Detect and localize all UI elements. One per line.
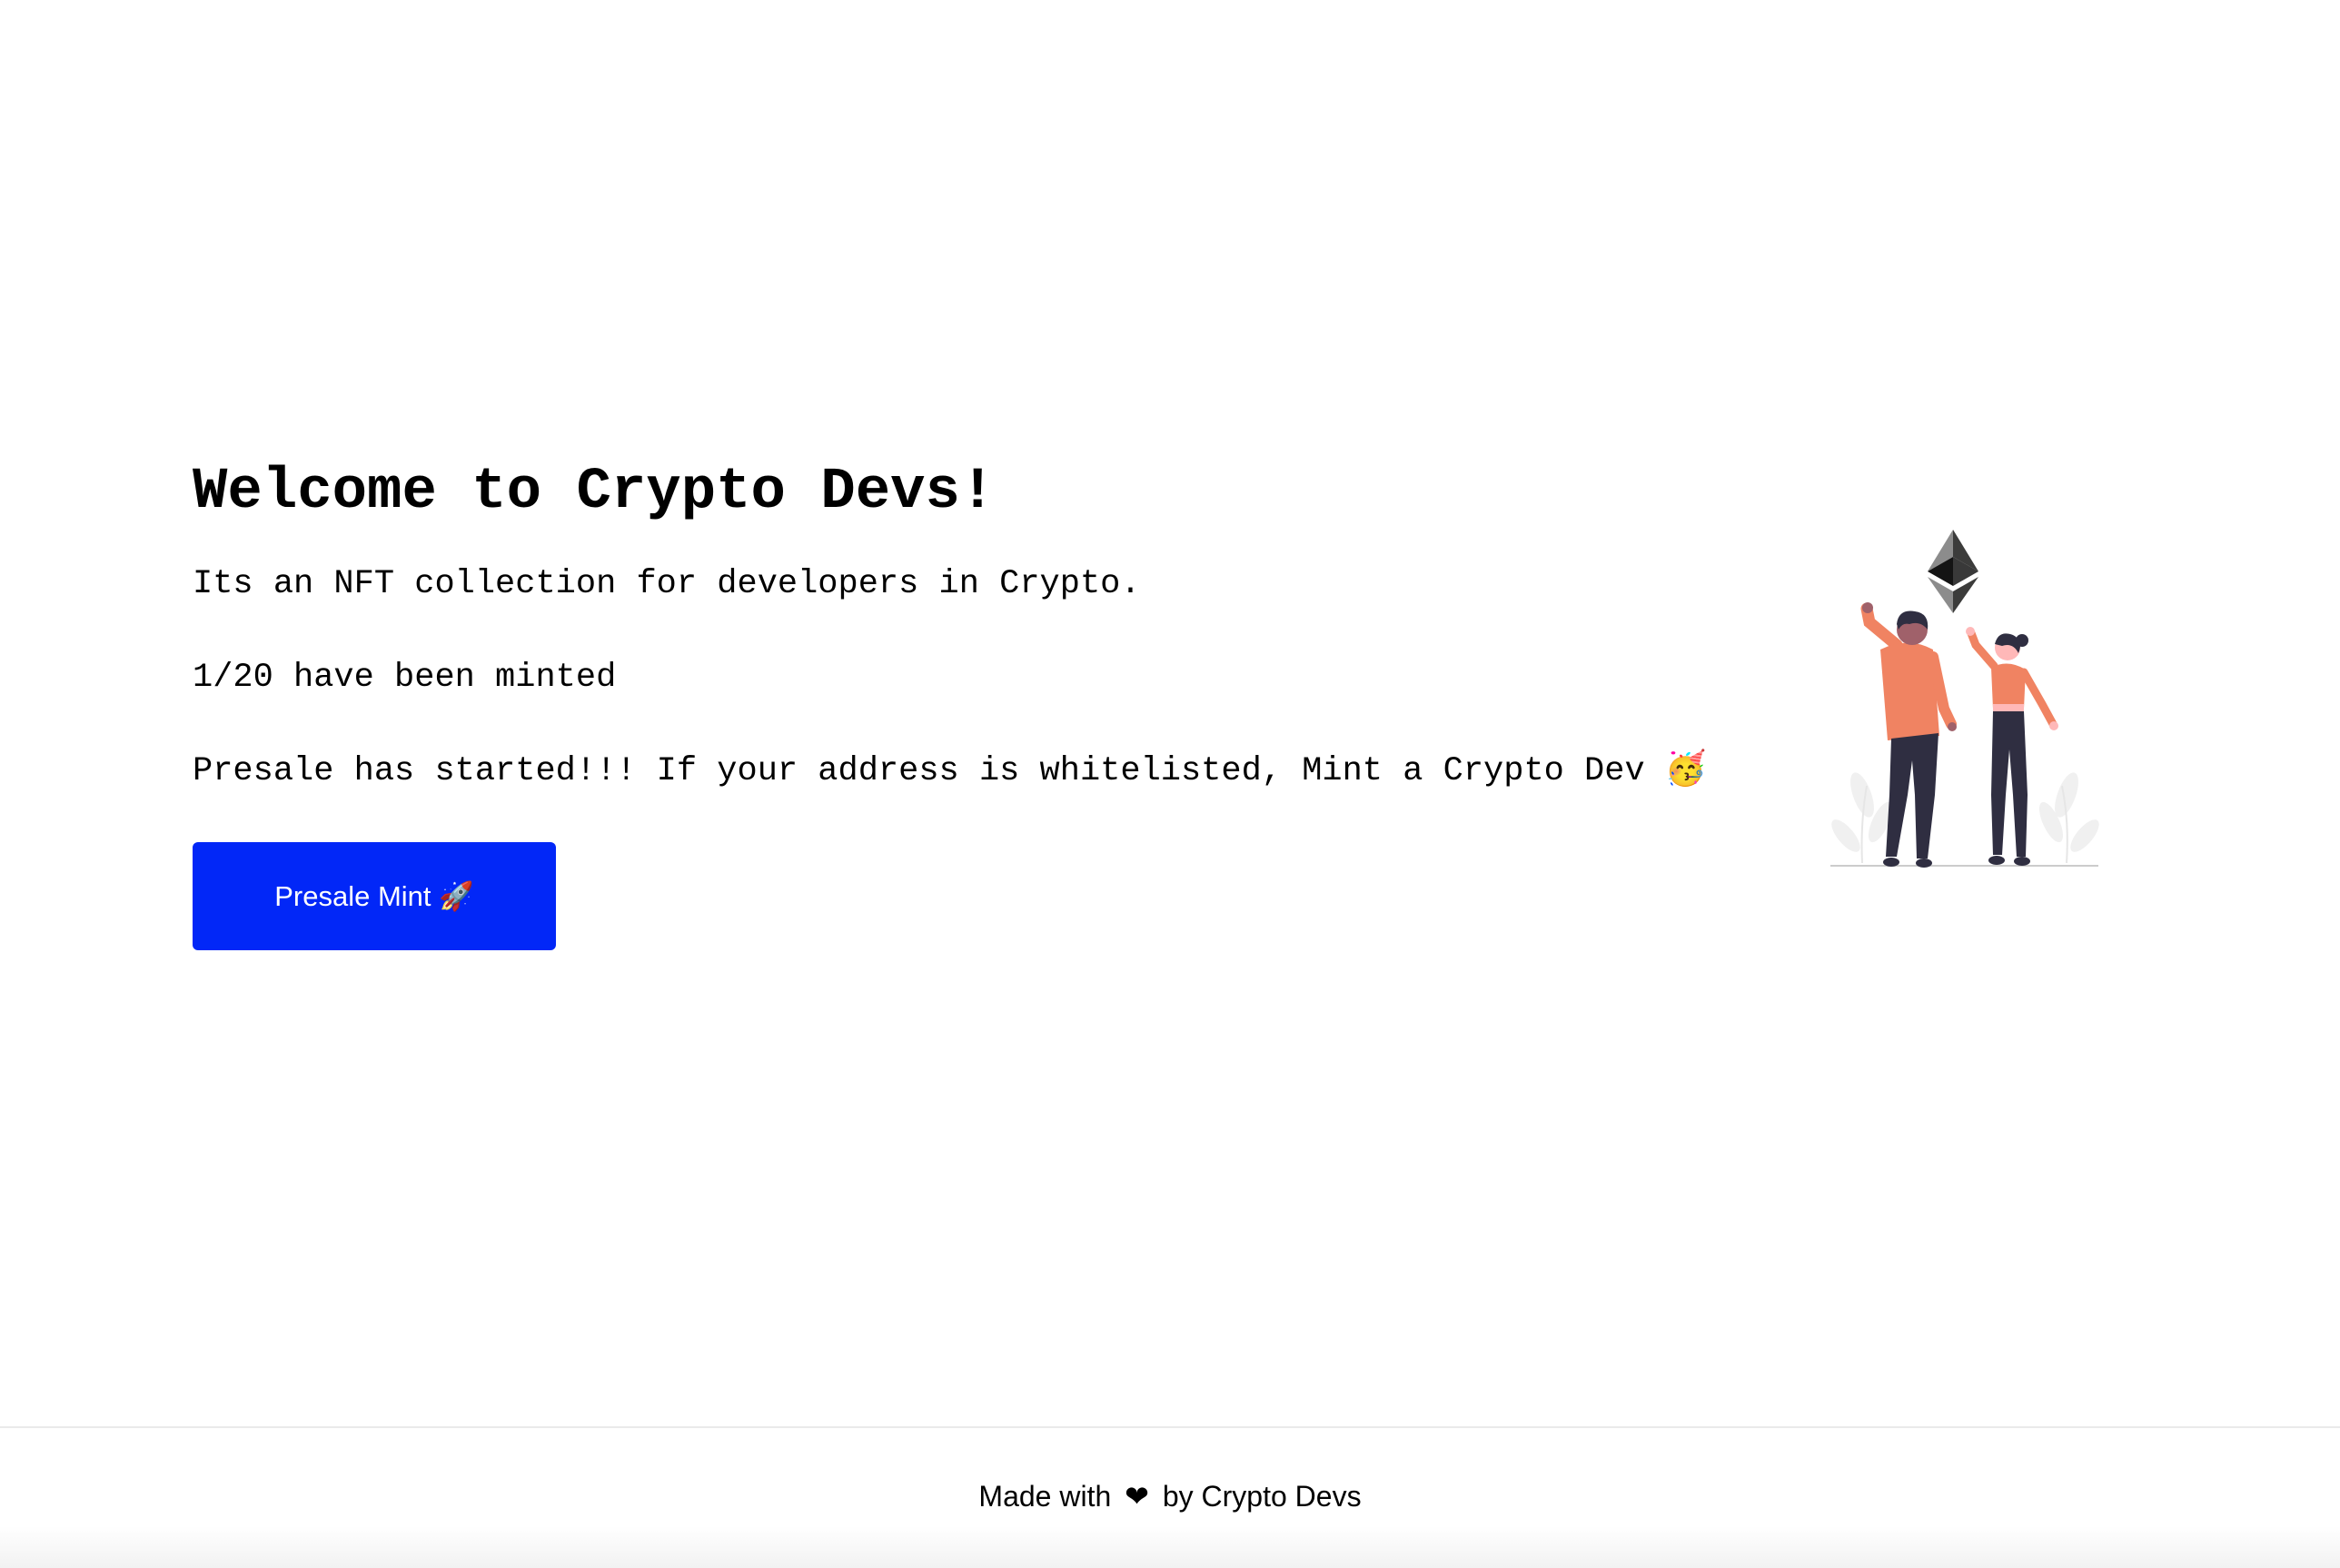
footer-suffix: by Crypto Devs [1162, 1480, 1362, 1513]
heart-icon: ❤ [1125, 1480, 1149, 1513]
presale-message: Presale has started!!! If your address i… [193, 752, 1707, 790]
footer-credit: Made with ❤ by Crypto Devs [978, 1479, 1361, 1513]
page-title: Welcome to Crypto Devs! [193, 460, 996, 525]
ethereum-icon [1928, 530, 1978, 613]
crypto-devs-illustration [1830, 530, 2099, 868]
minted-count: 1/20 have been minted [193, 659, 617, 697]
main-section: Welcome to Crypto Devs! Its an NFT colle… [0, 0, 2340, 1426]
hero-content: Welcome to Crypto Devs! Its an NFT colle… [193, 454, 1782, 950]
footer-prefix: Made with [978, 1480, 1112, 1513]
footer: Made with ❤ by Crypto Devs [0, 1426, 2340, 1568]
plant-right-icon [2038, 772, 2099, 864]
person-woman-icon [1966, 627, 2058, 866]
collection-description: Its an NFT collection for developers in … [193, 565, 1141, 603]
presale-mint-button[interactable]: Presale Mint 🚀 [193, 842, 556, 950]
